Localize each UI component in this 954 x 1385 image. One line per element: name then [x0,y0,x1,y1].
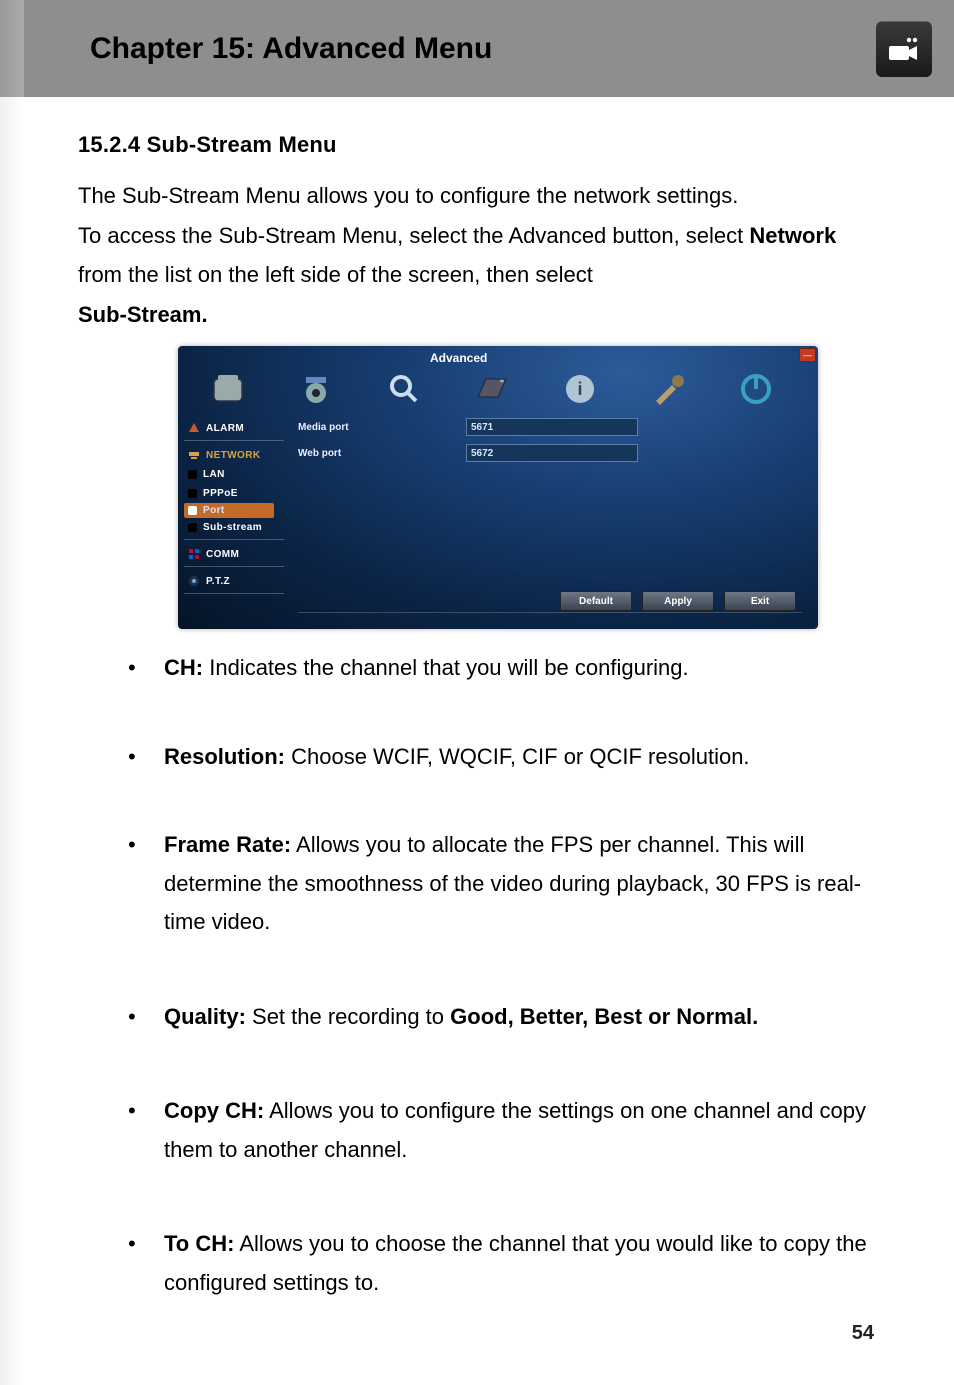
substream-bold: Sub-Stream. [78,302,208,327]
section-heading: 15.2.4 Sub-Stream Menu [78,132,876,158]
media-port-label: Media port [298,422,408,433]
field-row-media-port: Media port [298,418,802,436]
page-body: 15.2.4 Sub-Stream Menu The Sub-Stream Me… [0,97,954,1302]
tab-tools-icon[interactable] [648,369,688,409]
sidebar-label: Sub-stream [203,522,262,533]
divider [298,612,802,613]
field-row-web-port: Web port [298,444,802,462]
sidebar-item-substream[interactable]: Sub-stream [184,518,288,537]
svg-text:i: i [577,379,582,399]
web-port-input[interactable] [466,444,638,462]
sidebar-label: P.T.Z [206,576,230,587]
tab-hdd-icon[interactable] [472,369,512,409]
default-button[interactable]: Default [560,591,632,611]
bullet-label: Copy CH: [164,1098,264,1123]
bullet-bold-tail: Good, Better, Best or Normal. [450,1004,758,1029]
dvr-sidebar: ALARM NETWORK LAN PPPoE Port Sub-stream … [184,416,288,596]
dvr-window-title: Advanced [430,351,487,365]
bullet-label: Quality: [164,1004,246,1029]
sidebar-label: PPPoE [203,488,238,499]
document-page: Chapter 15: Advanced Menu 15.2.4 Sub-Str… [0,0,954,1385]
bullet-text: Allows you to choose the channel that yo… [164,1231,867,1295]
bullet-to-ch: To CH: Allows you to choose the channel … [128,1225,876,1302]
tab-record-icon[interactable] [208,369,248,409]
bullet-text: Indicates the channel that you will be c… [203,655,689,680]
sidebar-item-alarm[interactable]: ALARM [184,416,288,438]
bullet-list: CH: Indicates the channel that you will … [78,649,876,1302]
dvr-window: Advanced — i ALARM NETWO [178,346,818,629]
apply-button[interactable]: Apply [642,591,714,611]
bullet-label: CH: [164,655,203,680]
sidebar-item-port[interactable]: Port [184,503,274,518]
bullet-quality: Quality: Set the recording to Good, Bett… [128,998,876,1037]
intro-paragraph-3: Sub-Stream. [78,295,876,335]
tab-power-icon[interactable] [736,369,776,409]
bullet-copy-ch: Copy CH: Allows you to configure the set… [128,1092,876,1169]
tab-search-icon[interactable] [384,369,424,409]
exit-button[interactable]: Exit [724,591,796,611]
sidebar-label: Port [203,505,225,516]
page-number: 54 [0,1322,954,1345]
network-bold: Network [749,223,836,248]
sidebar-item-comm[interactable]: COMM [184,542,288,564]
intro-paragraph-1: The Sub-Stream Menu allows you to config… [78,176,876,216]
chapter-header: Chapter 15: Advanced Menu [0,0,954,97]
close-icon[interactable]: — [799,348,816,362]
dvr-button-row: Default Apply Exit [560,591,796,611]
intro-text: To access the Sub-Stream Menu, select th… [78,223,749,248]
divider [182,411,814,412]
sidebar-item-network[interactable]: NETWORK [184,443,288,465]
sidebar-label: COMM [206,549,239,560]
bullet-text: Allows you to configure the settings on … [164,1098,866,1162]
sidebar-label: ALARM [206,423,244,434]
bullet-text: Choose WCIF, WQCIF, CIF or QCIF resoluti… [285,744,750,769]
sidebar-item-pppoe[interactable]: PPPoE [184,484,288,503]
bullet-label: Resolution: [164,744,285,769]
bullet-text: Set the recording to [246,1004,450,1029]
intro-text: from the list on the left side of the sc… [78,262,593,287]
intro-paragraph-2: To access the Sub-Stream Menu, select th… [78,216,876,295]
web-port-label: Web port [298,448,408,459]
bullet-label: Frame Rate: [164,832,291,857]
sidebar-item-lan[interactable]: LAN [184,465,288,484]
dvr-main-panel: Media port Web port [298,418,802,613]
bullet-resolution: Resolution: Choose WCIF, WQCIF, CIF or Q… [128,738,876,777]
sidebar-label: NETWORK [206,450,260,461]
sidebar-item-ptz[interactable]: P.T.Z [184,569,288,591]
bullet-label: To CH: [164,1231,234,1256]
bullet-ch: CH: Indicates the channel that you will … [128,649,876,688]
tab-info-icon[interactable]: i [560,369,600,409]
dvr-tab-icons: i [208,368,788,410]
camera-icon [876,21,932,77]
sidebar-label: LAN [203,469,225,480]
bullet-frame-rate: Frame Rate: Allows you to allocate the F… [128,826,876,942]
chapter-title: Chapter 15: Advanced Menu [90,32,492,66]
tab-camera-icon[interactable] [296,369,336,409]
media-port-input[interactable] [466,418,638,436]
page-gutter [0,0,24,1385]
